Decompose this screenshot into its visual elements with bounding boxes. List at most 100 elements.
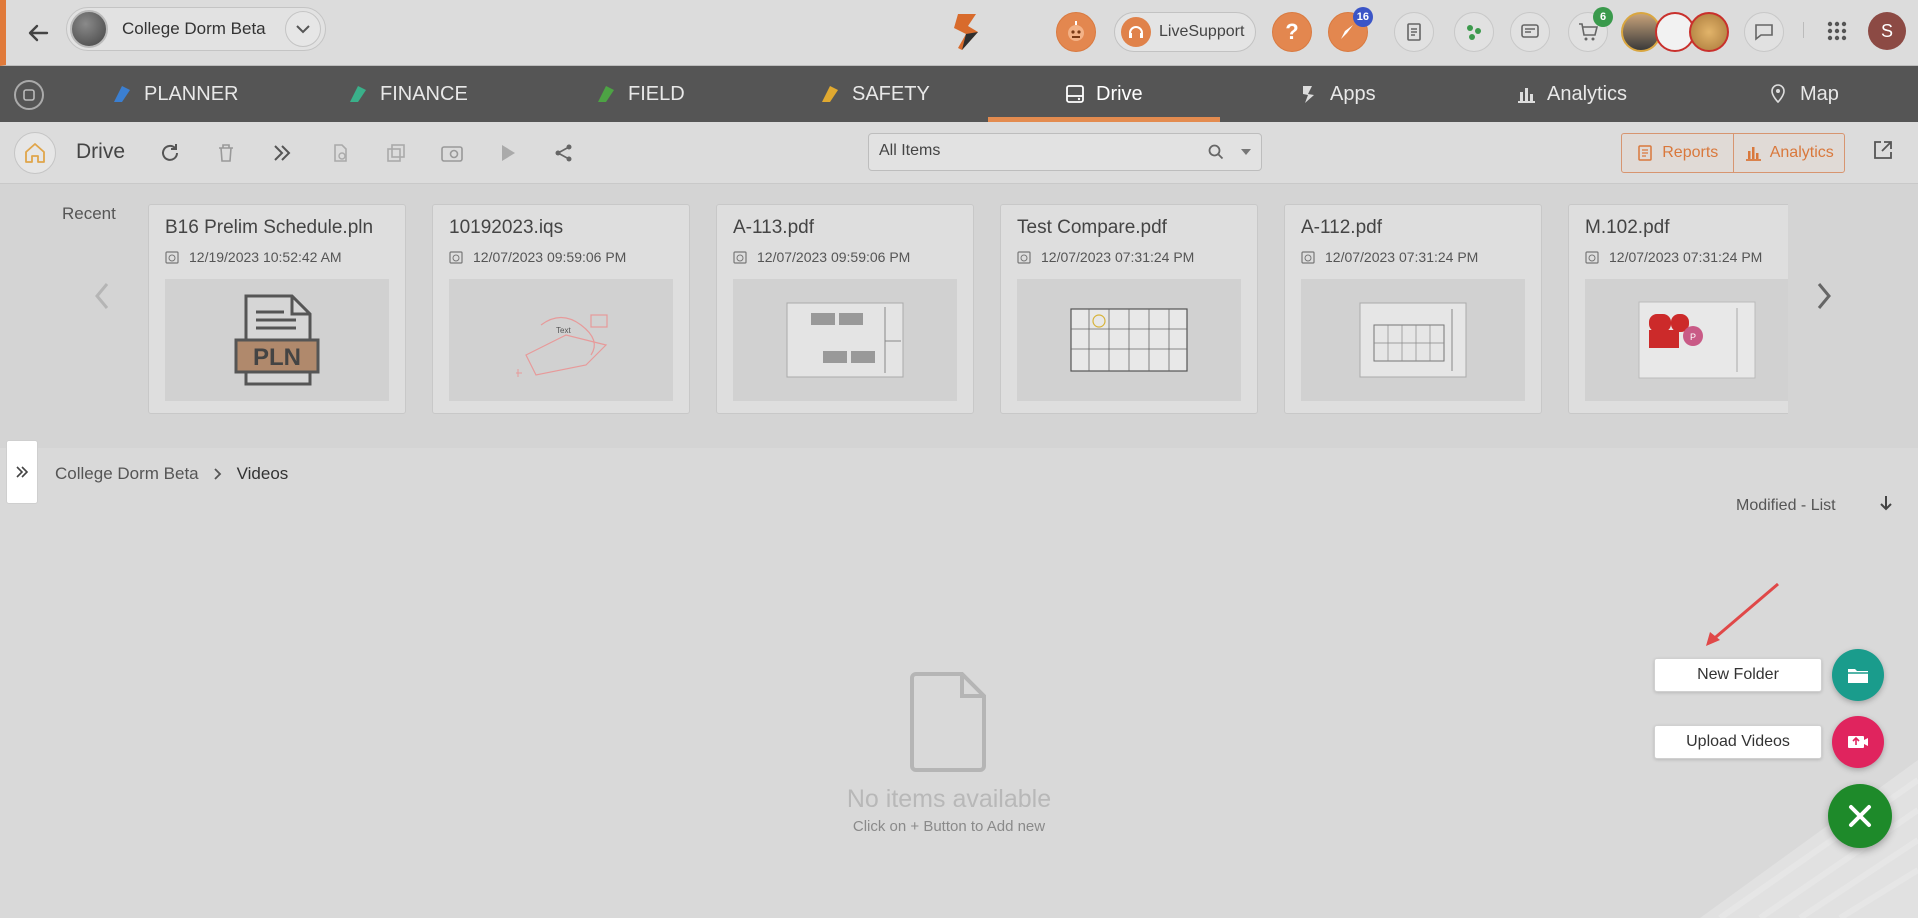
tab-safety[interactable]: SAFETY — [818, 66, 930, 122]
drawing-preview — [1359, 302, 1467, 378]
reports-button[interactable]: Reports — [1622, 134, 1733, 172]
cart-button[interactable]: 6 — [1568, 7, 1613, 52]
chat-list-icon[interactable] — [1510, 12, 1550, 52]
file-thumbnail: Text — [449, 279, 673, 401]
duplicate-icon[interactable] — [382, 139, 410, 167]
headset-icon — [1121, 17, 1151, 47]
main-nav: PLANNER FINANCE FIELD SAFETY Drive Apps … — [0, 66, 1918, 122]
clock-icon — [165, 251, 179, 264]
file-name: 10192023.iqs — [449, 217, 564, 238]
recent-file-card[interactable]: A-113.pdf 12/07/2023 09:59:06 PM — [716, 204, 974, 414]
delete-icon[interactable] — [212, 139, 240, 167]
page-title: Drive — [76, 140, 126, 163]
copy-file-icon[interactable] — [326, 139, 354, 167]
sort-selector[interactable]: Modified - List — [1736, 497, 1836, 515]
camera-folder-icon[interactable] — [438, 139, 466, 167]
user-avatar[interactable] — [1689, 12, 1729, 52]
breadcrumb-root[interactable]: College Dorm Beta — [55, 464, 199, 484]
breadcrumb-current: Videos — [236, 464, 289, 483]
refresh-icon[interactable] — [156, 139, 184, 167]
safety-icon — [822, 86, 838, 102]
bot-assistant-icon[interactable] — [1056, 12, 1096, 52]
file-name: A-112.pdf — [1301, 217, 1382, 238]
expand-sidebar-icon[interactable] — [6, 440, 38, 504]
floorplan-preview — [1070, 308, 1188, 372]
file-name: B16 Prelim Schedule.pln — [165, 217, 374, 238]
nav-toggle-icon[interactable] — [14, 80, 44, 110]
folder-icon — [1848, 669, 1868, 683]
report-icon — [1638, 145, 1652, 161]
chevron-right-icon[interactable] — [1816, 281, 1832, 311]
tab-analytics[interactable]: Analytics — [1515, 66, 1627, 122]
clock-icon — [1017, 251, 1031, 264]
file-thumbnail — [1301, 279, 1525, 401]
new-folder-button[interactable] — [1832, 649, 1884, 701]
filter-select[interactable] — [868, 133, 1262, 171]
drive-toolbar: Drive Reports Analytics — [0, 122, 1918, 184]
divider — [1803, 22, 1804, 38]
share-icon[interactable] — [550, 139, 578, 167]
tab-label: Apps — [1330, 82, 1376, 105]
search-icon[interactable] — [1207, 143, 1225, 161]
analytics-button[interactable]: Analytics — [1732, 134, 1845, 172]
tab-finance[interactable]: FINANCE — [346, 66, 468, 122]
file-thumbnail: P — [1585, 279, 1788, 401]
tab-apps[interactable]: Apps — [1298, 66, 1376, 122]
profile-avatar[interactable]: S — [1868, 12, 1906, 50]
move-icon[interactable] — [268, 139, 296, 167]
chevron-down-icon[interactable] — [285, 11, 321, 47]
drawing-preview: P — [1638, 301, 1756, 379]
home-icon[interactable] — [14, 132, 56, 174]
recent-files-strip: Recent B16 Prelim Schedule.pln 12/19/202… — [0, 184, 1918, 448]
tab-label: PLANNER — [144, 82, 239, 105]
upload-videos-label[interactable]: Upload Videos — [1654, 725, 1822, 759]
tab-planner[interactable]: PLANNER — [110, 66, 238, 122]
back-arrow-icon[interactable] — [22, 17, 54, 49]
apps-grid-icon[interactable] — [1826, 20, 1848, 42]
thumb-label: PLN — [253, 344, 301, 371]
dropdown-caret-icon[interactable] — [1241, 149, 1251, 155]
messages-icon[interactable] — [1744, 12, 1784, 52]
apps-icon — [1303, 86, 1314, 103]
tab-label: FINANCE — [380, 82, 468, 105]
search-input[interactable] — [879, 142, 1179, 160]
planner-icon — [114, 86, 130, 102]
file-date: 12/19/2023 10:52:42 AM — [165, 249, 342, 265]
brand-logo-icon[interactable] — [948, 10, 988, 52]
play-icon[interactable] — [494, 139, 522, 167]
file-date: 12/07/2023 07:31:24 PM — [1301, 249, 1478, 265]
help-icon[interactable]: ? — [1272, 12, 1312, 52]
empty-file-icon — [908, 670, 992, 774]
tab-label: FIELD — [628, 82, 685, 105]
recent-file-card[interactable]: Test Compare.pdf 12/07/2023 07:31:24 PM — [1000, 204, 1258, 414]
recent-file-card[interactable]: 10192023.iqs 12/07/2023 09:59:06 PM Text — [432, 204, 690, 414]
file-date: 12/07/2023 07:31:24 PM — [1585, 249, 1762, 265]
file-thumbnail: PLN — [165, 279, 389, 401]
chevron-left-icon[interactable] — [94, 281, 110, 311]
network-icon[interactable] — [1454, 12, 1494, 52]
file-thumbnail — [1017, 279, 1241, 401]
close-fab-button[interactable] — [1828, 784, 1892, 848]
recent-file-card[interactable]: A-112.pdf 12/07/2023 07:31:24 PM — [1284, 204, 1542, 414]
analytics-label: Analytics — [1769, 144, 1834, 161]
recent-file-card[interactable]: B16 Prelim Schedule.pln 12/19/2023 10:52… — [148, 204, 406, 414]
live-support-button[interactable]: LiveSupport — [1114, 12, 1256, 52]
project-name: College Dorm Beta — [122, 19, 266, 38]
tab-field[interactable]: FIELD — [594, 66, 685, 122]
document-icon[interactable] — [1394, 12, 1434, 52]
project-avatar — [70, 10, 108, 48]
open-external-icon[interactable] — [1872, 139, 1894, 161]
recent-file-card[interactable]: M.102.pdf 12/07/2023 07:31:24 PM P — [1568, 204, 1788, 414]
project-selector[interactable]: College Dorm Beta — [66, 7, 326, 51]
report-button-group: Reports Analytics — [1621, 133, 1845, 173]
upload-videos-button[interactable] — [1832, 716, 1884, 768]
sort-down-arrow-icon[interactable] — [1878, 494, 1894, 512]
tab-label: Analytics — [1547, 82, 1628, 105]
notifications-badge: 16 — [1352, 7, 1373, 27]
drive-icon — [1066, 85, 1084, 103]
tab-map[interactable]: Map — [1766, 66, 1839, 122]
tab-drive[interactable]: Drive — [1064, 66, 1143, 122]
background-texture — [1700, 760, 1918, 918]
notifications-button[interactable]: 16 — [1328, 7, 1373, 52]
new-folder-label[interactable]: New Folder — [1654, 658, 1822, 692]
